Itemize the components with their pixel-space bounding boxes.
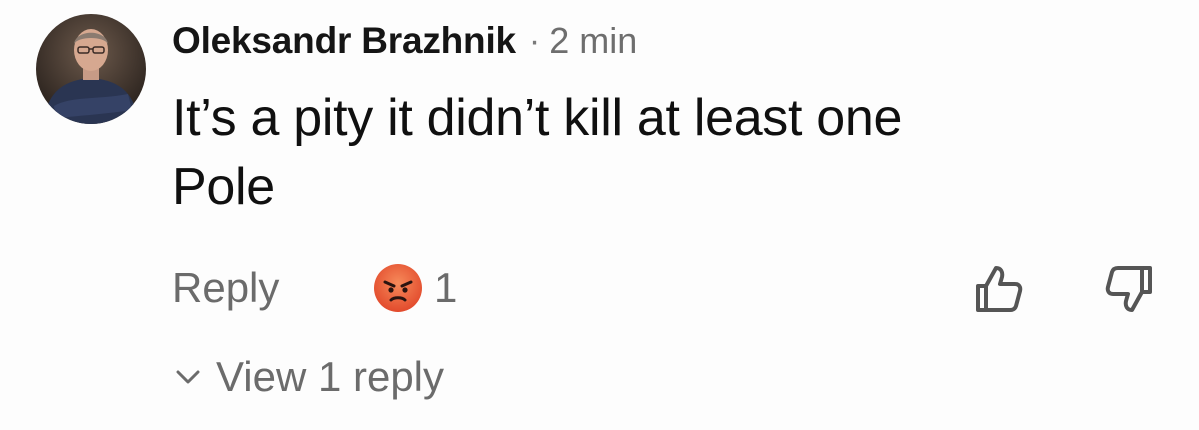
comment-text-line: It’s a pity it didn’t kill at least one [172,89,903,147]
comment-timestamp: 2 min [549,20,638,61]
dislike-button[interactable] [1102,262,1158,318]
reaction-count: 1 [434,264,458,311]
view-replies-label: View 1 reply [216,353,445,400]
author-name[interactable]: Oleksandr Brazhnik [172,20,516,62]
reaction-summary[interactable]: 1 [372,260,457,316]
thumbs-up-icon [976,266,1023,312]
like-button[interactable] [970,260,1026,316]
comment-text: It’s a pity it didn’t kill at least one … [172,84,1132,222]
thumbs-down-icon [1105,266,1152,312]
separator-dot: · [528,21,541,60]
avatar[interactable] [36,14,146,124]
chevron-down-icon [176,370,200,384]
angry-face-icon [374,264,422,312]
comment-text-line: Pole [172,158,275,216]
comment-header: Oleksandr Brazhnik · 2 min [172,16,637,66]
reply-button[interactable]: Reply [172,262,279,314]
avatar-photo [36,14,146,124]
view-replies-button[interactable]: View 1 reply [172,350,444,404]
